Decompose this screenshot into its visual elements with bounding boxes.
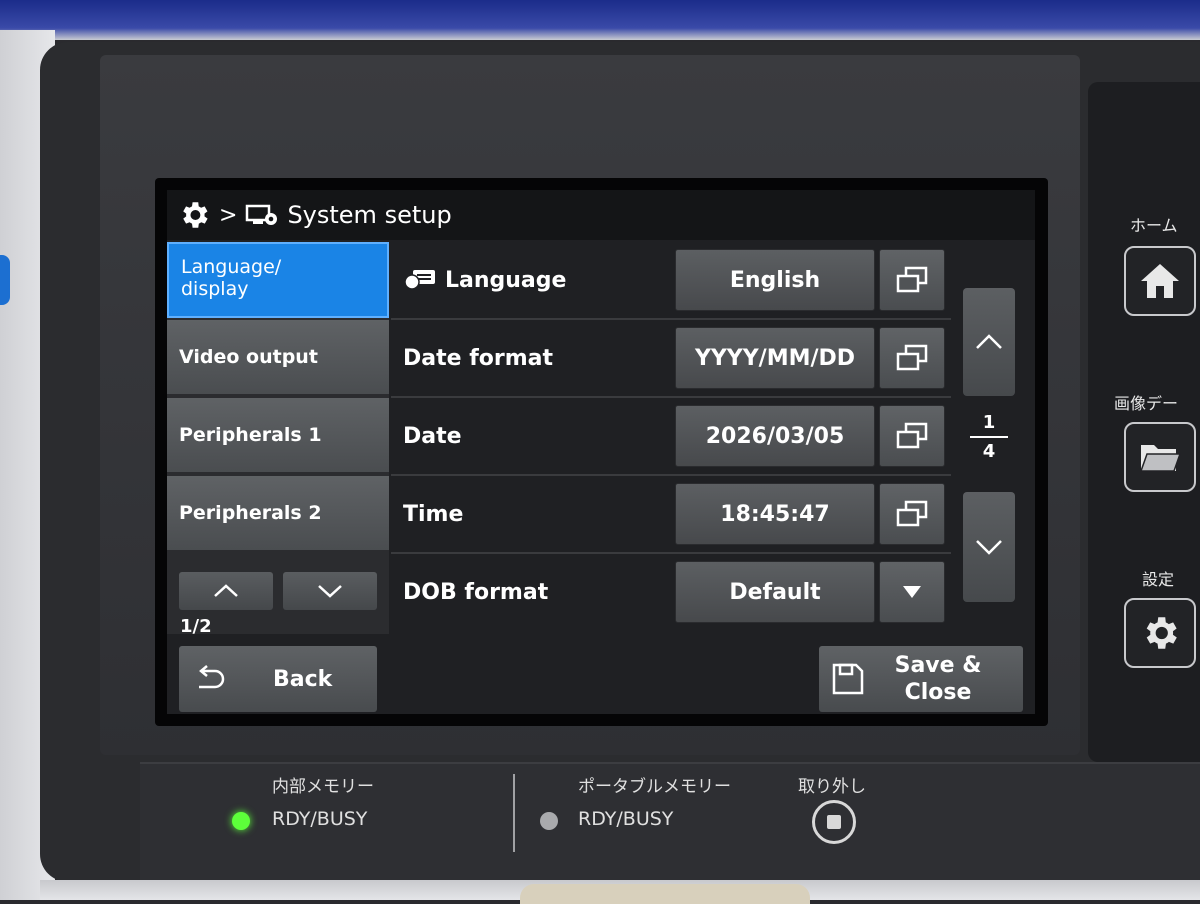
popup-window-icon <box>896 344 928 371</box>
system-setup-icon <box>246 204 278 225</box>
menu-item-label: Video output <box>179 346 318 368</box>
internal-memory-led <box>232 812 250 830</box>
return-arrow-icon <box>199 665 225 689</box>
setting-label-text: Time <box>403 501 464 527</box>
portable-memory-led <box>540 812 558 830</box>
screen-content: > System setup Language/ display Video o… <box>167 190 1035 714</box>
page-down-button[interactable] <box>963 492 1015 602</box>
date-format-value-button[interactable]: YYYY/MM/DD <box>675 327 875 389</box>
menu-item-language-display[interactable]: Language/ display <box>167 242 389 318</box>
chevron-down-icon <box>976 540 1002 555</box>
chevron-up-icon <box>976 334 1002 349</box>
gear-icon[interactable] <box>177 198 211 232</box>
device-blue-accent <box>0 255 10 305</box>
setting-row-time: Time 18:45:47 <box>391 476 951 554</box>
date-value-button[interactable]: 2026/03/05 <box>675 405 875 467</box>
touch-screen: > System setup Language/ display Video o… <box>155 178 1048 726</box>
category-menu: Language/ display Video output Periphera… <box>167 242 389 637</box>
date-popup-button[interactable] <box>879 405 945 467</box>
setting-row-dob-format: DOB format Default <box>391 554 951 630</box>
setting-row-date: Date 2026/03/05 <box>391 398 951 476</box>
save-close-label: Save & Close <box>894 653 982 705</box>
setting-value: YYYY/MM/DD <box>694 345 856 371</box>
setting-value: English <box>729 267 821 293</box>
page-title: System setup <box>287 201 452 229</box>
date-format-popup-button[interactable] <box>879 327 945 389</box>
setting-label-text: Language <box>445 267 567 293</box>
popup-window-icon <box>896 266 928 293</box>
setting-value: 18:45:47 <box>720 501 830 527</box>
home-hardware-button[interactable] <box>1124 246 1196 316</box>
menu-page-up-button[interactable] <box>179 572 273 610</box>
language-popup-button[interactable] <box>879 249 945 311</box>
image-data-button-label: 画像デー <box>1114 394 1179 413</box>
menu-item-label: Peripherals 1 <box>179 424 322 446</box>
setting-label-text: Date format <box>403 345 554 371</box>
language-value-button[interactable]: English <box>675 249 875 311</box>
page-fraction-line <box>970 436 1008 438</box>
menu-item-label: Language/ display <box>181 256 282 300</box>
internal-memory-status: RDY/BUSY <box>272 808 368 830</box>
device-bottom-tab <box>520 884 810 904</box>
stop-square-icon <box>827 815 841 829</box>
gear-icon <box>1146 617 1177 649</box>
footer-bar: Back Save & Close <box>167 636 1035 714</box>
menu-item-video-output[interactable]: Video output <box>167 320 389 396</box>
setting-label: Language <box>403 242 566 318</box>
eject-label: 取り外し <box>798 777 866 797</box>
image-data-hardware-button[interactable] <box>1124 422 1196 492</box>
menu-page-down-button[interactable] <box>283 572 377 610</box>
internal-memory-label: 内部メモリー <box>272 777 374 797</box>
page-indicator: 1 4 <box>963 412 1015 462</box>
setting-label: DOB format <box>403 554 548 630</box>
setting-row-language: Language English <box>391 242 951 320</box>
back-button-label: Back <box>273 666 333 692</box>
portable-memory-status: RDY/BUSY <box>578 808 674 830</box>
menu-item-label: Peripherals 2 <box>179 502 322 524</box>
page-current: 1 <box>982 412 996 433</box>
setting-row-date-format: Date format YYYY/MM/DD <box>391 320 951 398</box>
settings-button-label: 設定 <box>1142 570 1175 589</box>
menu-item-peripherals-1[interactable]: Peripherals 1 <box>167 398 389 474</box>
time-popup-button[interactable] <box>879 483 945 545</box>
title-bar: > System setup <box>167 190 1035 240</box>
folder-icon <box>1139 445 1182 472</box>
language-icon <box>404 270 435 290</box>
setting-label: Date format <box>403 320 553 396</box>
dob-format-dropdown-button[interactable] <box>879 561 945 623</box>
home-button-label: ホーム <box>1130 216 1178 235</box>
setting-label: Date <box>403 398 462 474</box>
time-value-button[interactable]: 18:45:47 <box>675 483 875 545</box>
eject-button[interactable] <box>812 800 856 844</box>
menu-page-indicator: 1/2 <box>180 616 212 637</box>
home-icon <box>1141 264 1179 298</box>
device-top-band <box>0 0 1200 40</box>
settings-hardware-button[interactable] <box>1124 598 1196 668</box>
breadcrumb-separator: > <box>219 202 238 228</box>
popup-window-icon <box>896 422 928 449</box>
page-total: 4 <box>982 441 996 462</box>
save-close-button[interactable]: Save & Close <box>819 646 1023 712</box>
portable-memory-label: ポータブルメモリー <box>578 777 731 797</box>
popup-window-icon <box>896 500 928 527</box>
setting-label-text: DOB format <box>403 579 549 605</box>
dob-format-value-button[interactable]: Default <box>675 561 875 623</box>
floppy-disk-icon <box>832 663 864 695</box>
menu-item-peripherals-2[interactable]: Peripherals 2 <box>167 476 389 552</box>
setting-value: 2026/03/05 <box>705 423 845 449</box>
setting-label: Time <box>403 476 463 552</box>
back-button[interactable]: Back <box>179 646 377 712</box>
page-up-button[interactable] <box>963 288 1015 396</box>
setting-label-text: Date <box>403 423 462 449</box>
triangle-down-icon <box>903 586 921 598</box>
indicator-divider <box>513 774 515 852</box>
setting-value: Default <box>729 579 821 605</box>
chevron-up-icon <box>214 584 238 597</box>
chevron-down-icon <box>318 585 342 598</box>
